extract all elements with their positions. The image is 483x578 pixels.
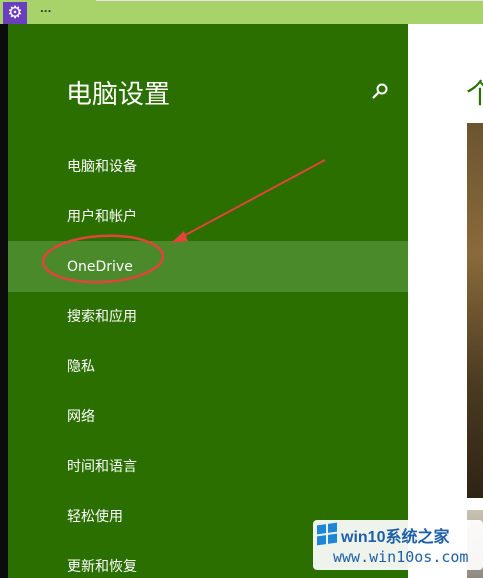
nav-item-accounts[interactable]: 用户和帐户 xyxy=(8,190,408,241)
search-icon[interactable] xyxy=(371,82,389,100)
nav-item-privacy[interactable]: 隐私 xyxy=(8,340,408,391)
nav-item-label: 更新和恢复 xyxy=(67,558,137,575)
nav-item-time-language[interactable]: 时间和语言 xyxy=(8,440,408,491)
settings-nav-pane: 电脑设置 电脑和设备 用户和帐户 OneDrive 搜索和应用 隐私 网络 时间… xyxy=(8,24,408,578)
watermark-url: www.win10os.com xyxy=(333,548,469,566)
nav-item-pc-devices[interactable]: 电脑和设备 xyxy=(8,140,408,191)
nav-item-label: 网络 xyxy=(67,408,95,425)
nav-item-search-apps[interactable]: 搜索和应用 xyxy=(8,290,408,341)
watermark-title: win10系统之家 xyxy=(341,529,450,546)
content-area: 个 xyxy=(408,24,483,578)
nav-item-label: 搜索和应用 xyxy=(67,308,137,325)
nav-item-label: 电脑和设备 xyxy=(67,158,137,175)
overflow-menu[interactable]: ... xyxy=(40,4,51,15)
nav-item-label: 轻松使用 xyxy=(67,508,123,525)
nav-item-onedrive[interactable]: OneDrive xyxy=(8,241,408,292)
nav-item-label: 时间和语言 xyxy=(67,458,137,475)
left-edge xyxy=(0,24,8,578)
title-bar: ⚙ ... xyxy=(0,0,483,24)
windows-logo-icon xyxy=(317,522,337,546)
content-title: 个 xyxy=(466,77,483,110)
nav-item-network[interactable]: 网络 xyxy=(8,390,408,441)
divider xyxy=(96,0,483,1)
watermark: win10系统之家 www.win10os.com xyxy=(313,520,483,570)
nav-item-label: OneDrive xyxy=(67,258,133,275)
nav-item-label: 隐私 xyxy=(67,358,95,375)
lock-screen-preview[interactable] xyxy=(467,123,483,498)
nav-item-label: 用户和帐户 xyxy=(67,208,137,225)
gear-icon[interactable]: ⚙ xyxy=(3,2,27,24)
page-title: 电脑设置 xyxy=(66,80,171,110)
